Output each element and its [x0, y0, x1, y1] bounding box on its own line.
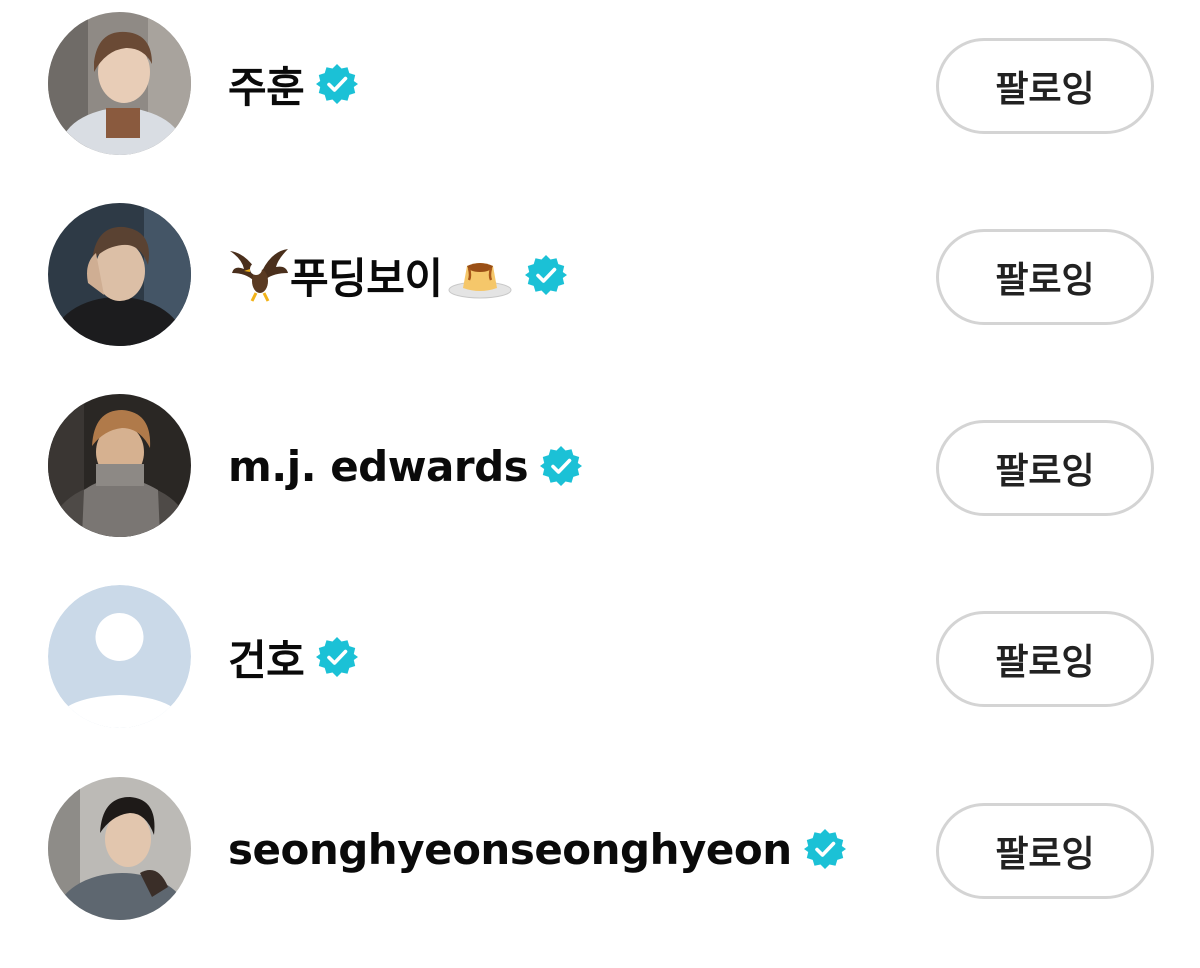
- list-item-seonghyeon[interactable]: seonghyeonseonghyeon 팔로잉: [0, 773, 1200, 923]
- list-item-juhun[interactable]: 주훈 팔로잉: [0, 8, 1200, 158]
- avatar[interactable]: [48, 394, 191, 537]
- avatar[interactable]: [48, 12, 191, 155]
- avatar-photo: [48, 394, 191, 537]
- following-button[interactable]: 팔로잉: [936, 803, 1154, 899]
- display-name[interactable]: 건호: [228, 627, 305, 688]
- name-group: 푸딩보이: [228, 245, 567, 305]
- verified-badge-icon: [524, 254, 567, 296]
- avatar[interactable]: [48, 585, 191, 728]
- avatar-photo: [48, 203, 191, 346]
- avatar-photo: [48, 12, 191, 155]
- name-group: m.j. edwards: [228, 436, 583, 496]
- following-list: 주훈 팔로잉 푸딩보이 팔로잉 m.j. edwards 팔로잉 건호 팔로잉 …: [0, 0, 1200, 968]
- name-group: 건호: [228, 627, 359, 688]
- avatar-photo: [48, 777, 191, 920]
- verified-badge-icon: [540, 445, 583, 487]
- verified-badge-icon: [316, 63, 359, 105]
- verified-badge-icon: [803, 828, 846, 870]
- pudding-icon: [447, 245, 513, 305]
- following-button[interactable]: 팔로잉: [936, 38, 1154, 134]
- display-name[interactable]: m.j. edwards: [228, 442, 529, 491]
- avatar[interactable]: [48, 203, 191, 346]
- following-button[interactable]: 팔로잉: [936, 229, 1154, 325]
- following-button[interactable]: 팔로잉: [936, 420, 1154, 516]
- following-button[interactable]: 팔로잉: [936, 611, 1154, 707]
- display-name[interactable]: 푸딩보이: [290, 245, 443, 306]
- list-item-pudding-boy[interactable]: 푸딩보이 팔로잉: [0, 199, 1200, 349]
- list-item-geonho[interactable]: 건호 팔로잉: [0, 581, 1200, 731]
- eagle-icon: [228, 245, 290, 305]
- display-name[interactable]: seonghyeonseonghyeon: [228, 825, 792, 874]
- name-group: 주훈: [228, 54, 359, 115]
- avatar[interactable]: [48, 777, 191, 920]
- name-group: seonghyeonseonghyeon: [228, 819, 846, 879]
- list-item-mj-edwards[interactable]: m.j. edwards 팔로잉: [0, 390, 1200, 540]
- default-avatar-icon: [48, 585, 191, 728]
- verified-badge-icon: [316, 636, 359, 678]
- display-name[interactable]: 주훈: [228, 54, 305, 115]
